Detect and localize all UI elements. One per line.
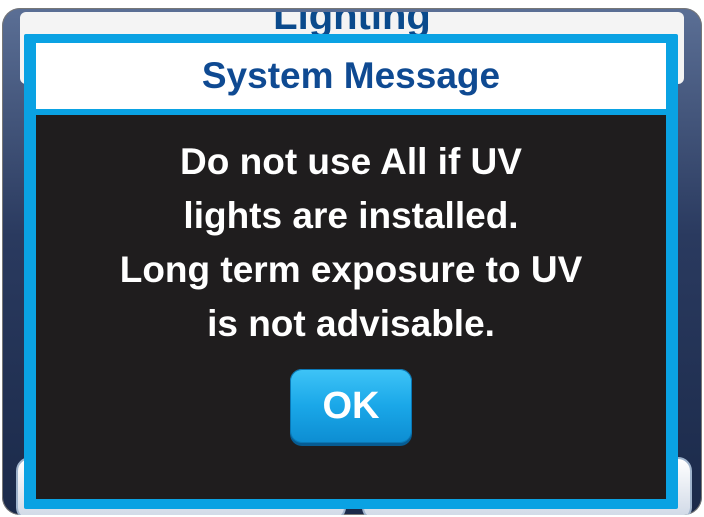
message-line: is not advisable. — [207, 303, 495, 344]
system-message-dialog: System Message Do not use All if UV ligh… — [24, 34, 678, 509]
message-line: lights are installed. — [183, 195, 519, 236]
dialog-title: System Message — [201, 55, 501, 96]
dialog-body: Do not use All if UV lights are installe… — [36, 115, 666, 499]
ok-button[interactable]: OK — [290, 369, 412, 443]
dialog-header: System Message — [36, 43, 666, 109]
dialog-message: Do not use All if UV lights are installe… — [36, 135, 666, 351]
message-line: Long term exposure to UV — [119, 249, 583, 290]
message-line: Do not use All if UV — [180, 141, 522, 182]
